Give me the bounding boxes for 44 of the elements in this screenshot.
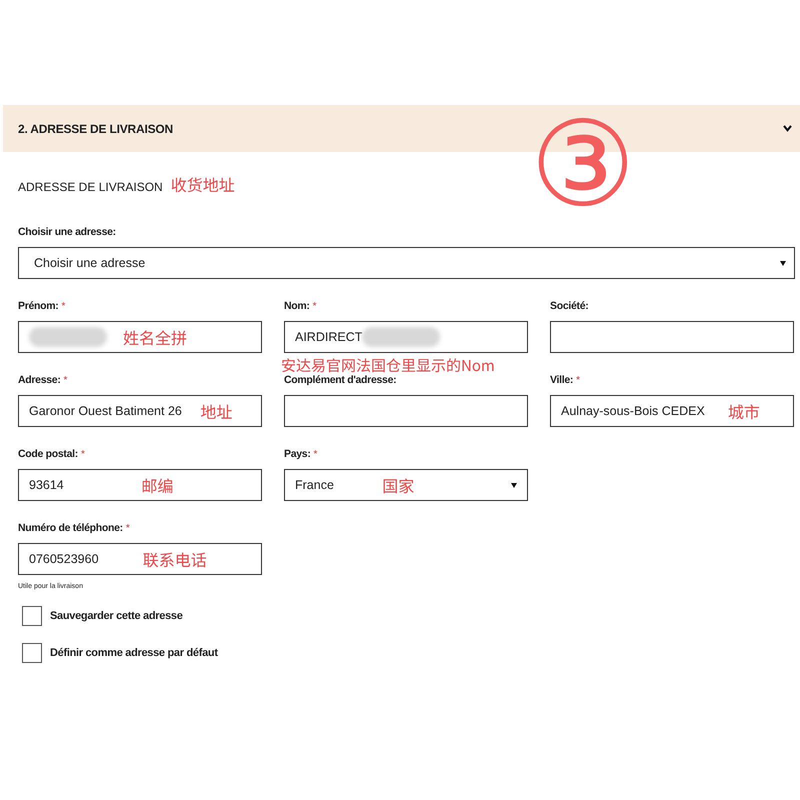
dropdown-icon <box>780 260 786 266</box>
required-mark: * <box>576 375 580 386</box>
annotation: 国家 <box>382 473 414 497</box>
input-field[interactable]: 93614 邮编 <box>18 469 262 501</box>
annotation: 收货地址 <box>170 172 235 196</box>
checkbox-label: Définir comme adresse par défaut <box>50 647 218 659</box>
required-mark: * <box>312 301 317 312</box>
annotation: 联系电话 <box>142 547 207 571</box>
checkbox-label: Sauvegarder cette adresse <box>50 610 183 622</box>
checkbox[interactable] <box>22 606 42 626</box>
field-label: Code postal: <box>18 448 78 460</box>
field-label: Société: <box>550 300 588 312</box>
field-label: Nom: <box>284 300 310 312</box>
annotation: 地址 <box>200 399 232 423</box>
annotation: 安达易官网法国仓里显示的Nom <box>281 355 495 376</box>
section-heading: ADRESSE DE LIVRAISON <box>18 180 163 194</box>
field-label: Pays: <box>284 448 311 460</box>
required-mark: * <box>81 449 85 460</box>
address-select[interactable]: Choisir une adresse <box>18 247 795 279</box>
field-label: Complément d'adresse: <box>284 374 396 386</box>
field-label: Prénom: <box>18 300 58 312</box>
required-mark: * <box>62 301 66 312</box>
checkbox[interactable] <box>22 643 42 663</box>
input-field[interactable]: 0760523960 联系电话 <box>18 543 262 575</box>
required-mark: * <box>314 449 318 460</box>
country-select[interactable]: France 国家 <box>284 469 528 501</box>
chevron-icon <box>783 125 792 132</box>
input-field[interactable]: AIRDIRECT <box>284 321 528 353</box>
required-mark: * <box>64 375 68 386</box>
input-field[interactable]: Aulnay-sous-Bois CEDEX 城市 <box>550 395 794 427</box>
field-label: Adresse: <box>18 374 61 386</box>
required-mark: * <box>126 523 130 534</box>
annotation: 姓名全拼 <box>123 325 188 349</box>
input-field[interactable] <box>550 321 794 353</box>
field-label: Ville: <box>550 374 574 386</box>
input-field[interactable]: 姓名全拼 <box>18 321 262 353</box>
section-title: 2. ADRESSE DE LIVRAISON <box>18 122 173 136</box>
input-field[interactable]: Garonor Ouest Batiment 26 地址 <box>18 395 262 427</box>
field-label: Numéro de téléphone: <box>18 522 123 534</box>
dropdown-icon <box>511 482 517 488</box>
annotation: 城市 <box>728 399 760 423</box>
field-label: Choisir une adresse: <box>18 226 117 238</box>
annotation: 邮编 <box>141 473 174 497</box>
input-field[interactable] <box>284 395 528 427</box>
